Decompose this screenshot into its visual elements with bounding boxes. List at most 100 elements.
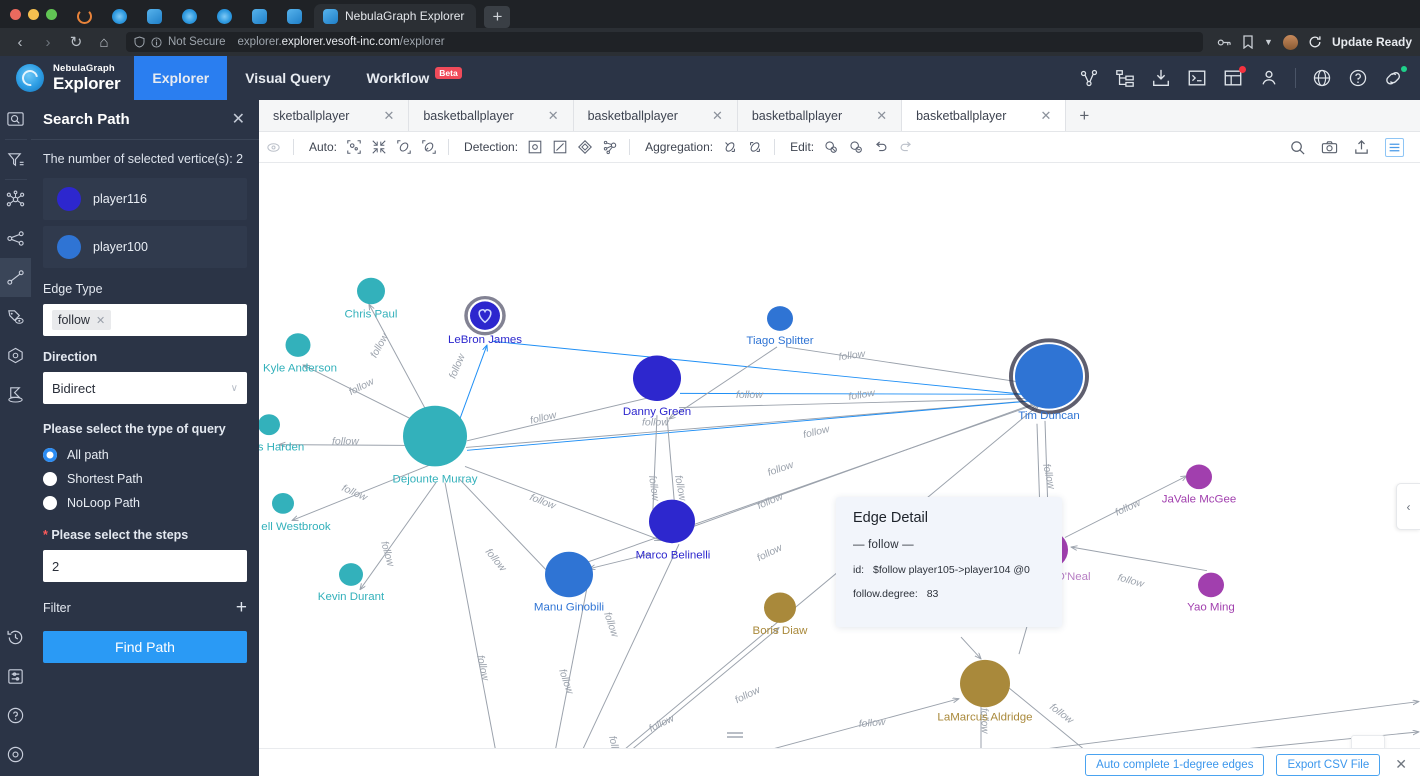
close-icon[interactable]: ✕ <box>383 108 394 124</box>
detect-line-icon[interactable] <box>551 139 568 156</box>
left-icon-rail[interactable] <box>0 100 31 776</box>
import-icon[interactable] <box>1151 68 1171 88</box>
steps-input[interactable]: 2 <box>43 550 247 582</box>
avatar[interactable] <box>1282 34 1298 50</box>
node-manu-ginobili[interactable] <box>545 551 593 598</box>
detect-circle-icon[interactable] <box>526 139 543 156</box>
edit-add-node-icon[interactable] <box>822 139 839 156</box>
info-circle-icon[interactable] <box>0 735 31 774</box>
help-circle-icon[interactable] <box>0 696 31 735</box>
export-icon[interactable] <box>1353 139 1370 156</box>
chevron-down-icon[interactable]: ▼ <box>1264 37 1273 47</box>
node-russell-westbrook[interactable] <box>272 492 294 514</box>
connection-icon[interactable] <box>1384 66 1407 88</box>
add-graph-tab-button[interactable]: + <box>1066 100 1102 131</box>
graph-tab[interactable]: basketballplayer ✕ <box>738 100 903 131</box>
detect-diamond-icon[interactable] <box>576 139 593 156</box>
edge-type-chip[interactable]: follow ✕ <box>52 310 112 330</box>
back-button[interactable]: ‹ <box>8 31 32 53</box>
node-kevin-durant[interactable] <box>339 563 363 586</box>
layout-icon[interactable] <box>1351 736 1385 748</box>
undo-icon[interactable] <box>872 139 889 156</box>
list-panel-icon[interactable] <box>1385 137 1404 157</box>
reload-button[interactable]: ↻ <box>64 31 88 53</box>
auto-expand-icon[interactable] <box>395 139 412 156</box>
redo-icon[interactable] <box>897 139 914 156</box>
history-icon[interactable] <box>0 618 31 657</box>
node-lebron-james[interactable] <box>470 301 500 330</box>
nav-explorer[interactable]: Explorer <box>134 56 228 100</box>
detect-cluster-icon[interactable] <box>601 139 618 156</box>
address-bar[interactable]: Not Secure explorer.explorer.vesoft-inc.… <box>126 32 1204 52</box>
node-kyle-anderson[interactable] <box>285 333 311 357</box>
graph-canvas[interactable]: follow follow follow follow follow follo… <box>259 163 1420 748</box>
graph-tabs[interactable]: sketballplayer ✕ basketballplayer ✕ basket… <box>259 100 1420 132</box>
node-danny-green[interactable] <box>633 355 681 401</box>
graph-tab[interactable]: basketballplayer ✕ <box>409 100 574 131</box>
node-detail-icon[interactable] <box>0 336 31 375</box>
graph-svg[interactable]: follow follow follow follow follow follo… <box>259 163 1420 748</box>
share-graph-icon[interactable] <box>0 219 31 258</box>
radio-noloop-path[interactable]: NoLoop Path <box>43 496 247 510</box>
node-dejounte-murray[interactable] <box>403 405 467 467</box>
edge-type-select[interactable]: follow ✕ <box>43 304 247 336</box>
help-icon[interactable] <box>1348 68 1368 88</box>
close-icon[interactable]: ✕ <box>1392 756 1410 773</box>
aggregate-merge-icon[interactable] <box>746 139 763 156</box>
node-javale-mcgee[interactable] <box>1186 464 1212 490</box>
node-boris-diaw[interactable] <box>764 592 796 623</box>
minimize-window-button[interactable] <box>28 9 39 20</box>
sidebar-item-search-path[interactable] <box>0 258 31 297</box>
auto-select-icon[interactable] <box>345 139 362 156</box>
resize-grip[interactable] <box>727 732 743 738</box>
pinned-tab-5[interactable] <box>207 4 242 28</box>
search-vertex-icon[interactable] <box>0 100 31 139</box>
radio-shortest-path[interactable]: Shortest Path <box>43 472 247 486</box>
key-icon[interactable] <box>1217 36 1232 49</box>
aggregate-split-icon[interactable] <box>721 139 738 156</box>
node-chris-paul[interactable] <box>357 277 385 305</box>
dashboard-icon[interactable] <box>1223 66 1246 88</box>
camera-icon[interactable] <box>1321 139 1338 156</box>
home-button[interactable]: ⌂ <box>92 31 116 53</box>
canvas-toolbar[interactable]: Auto: Detection: Aggregation: Edit: <box>259 132 1420 163</box>
pinned-tab-4[interactable] <box>172 4 207 28</box>
pinned-tabs[interactable] <box>67 0 312 28</box>
update-ready-label[interactable]: Update Ready <box>1332 35 1412 49</box>
language-globe-icon[interactable] <box>1312 68 1332 88</box>
header-icon-group[interactable] <box>1079 66 1420 88</box>
tag-visibility-icon[interactable] <box>0 297 31 336</box>
maximize-window-button[interactable] <box>46 9 57 20</box>
graph-tab[interactable]: sketballplayer ✕ <box>259 100 410 131</box>
direction-select[interactable]: Bidirect ∨ <box>43 372 247 404</box>
query-type-radio-group[interactable]: All path Shortest Path NoLoop Path <box>43 448 247 510</box>
brand-logo-group[interactable]: NebulaGraph Explorer <box>0 64 134 92</box>
edge-detail-popup[interactable]: Edge Detail — follow — id: $follow playe… <box>836 497 1062 627</box>
console-icon[interactable] <box>1187 68 1207 88</box>
forward-button[interactable]: › <box>36 31 60 53</box>
close-icon[interactable]: ✕ <box>96 314 105 327</box>
add-filter-icon[interactable]: + <box>236 598 247 617</box>
auto-path-icon[interactable] <box>420 139 437 156</box>
visibility-icon[interactable] <box>265 139 282 156</box>
node-james-harden[interactable] <box>259 414 280 436</box>
chevron-down-icon[interactable]: ∨ <box>231 383 238 394</box>
nav-visual-query[interactable]: Visual Query <box>227 56 348 100</box>
new-tab-button[interactable]: + <box>484 6 511 28</box>
right-panel-collapse-toggle[interactable]: ‹ <box>1396 483 1420 530</box>
radio-all-path[interactable]: All path <box>43 448 247 462</box>
graph-tab[interactable]: basketballplayer ✕ <box>574 100 738 131</box>
filter-icon[interactable] <box>0 140 31 179</box>
statistics-icon[interactable] <box>0 375 31 414</box>
close-window-button[interactable] <box>10 9 21 20</box>
search-icon[interactable] <box>1289 139 1306 156</box>
pinned-tab-2[interactable] <box>102 4 137 28</box>
zoom-controls[interactable]: + − <box>1351 735 1385 748</box>
node-lamarcus-aldridge[interactable] <box>960 659 1010 708</box>
node-tim-duncan[interactable] <box>1015 344 1083 409</box>
node-tiago-splitter[interactable] <box>767 306 793 331</box>
bookmark-icon[interactable] <box>1242 35 1254 49</box>
export-csv-button[interactable]: Export CSV File <box>1276 753 1381 776</box>
main-nav[interactable]: Explorer Visual Query Workflow Beta <box>134 56 479 100</box>
browser-active-tab[interactable]: NebulaGraph Explorer <box>314 4 477 28</box>
